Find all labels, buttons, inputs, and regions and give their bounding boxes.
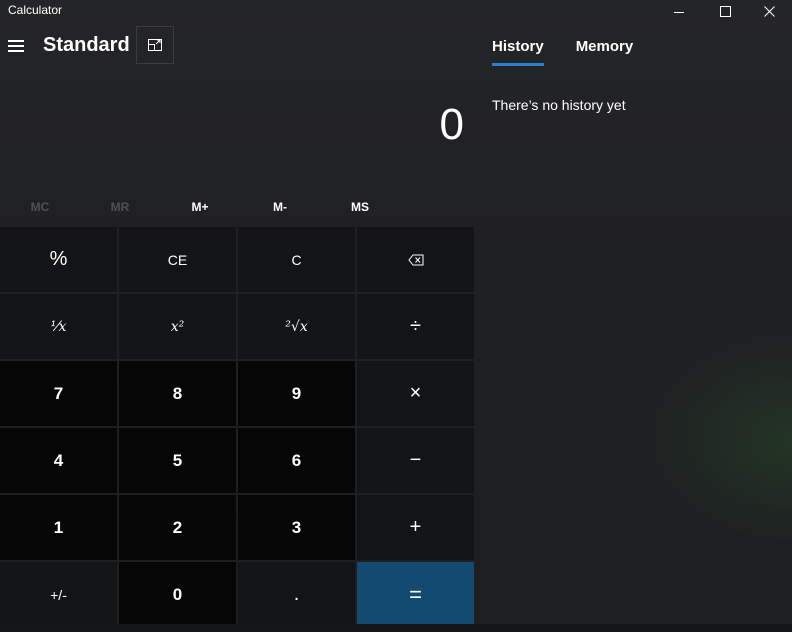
memory-store-button[interactable]: MS <box>320 192 400 222</box>
maximize-button[interactable] <box>702 0 748 22</box>
title-bar: Calculator <box>0 0 792 22</box>
reciprocal-button[interactable]: ⅟x <box>0 294 117 359</box>
digit-3-button[interactable]: 3 <box>238 495 355 560</box>
navigation-menu-button[interactable] <box>3 32 29 60</box>
memory-clear-button[interactable]: MC <box>0 192 80 222</box>
digit-9-button[interactable]: 9 <box>238 361 355 426</box>
backspace-button[interactable] <box>357 227 474 292</box>
hamburger-icon <box>8 40 24 42</box>
memory-row: MC MR M+ M- MS <box>0 192 472 222</box>
memory-add-button[interactable]: M+ <box>160 192 240 222</box>
memory-recall-button[interactable]: MR <box>80 192 160 222</box>
plus-button[interactable]: + <box>357 495 474 560</box>
digit-5-button[interactable]: 5 <box>119 428 236 493</box>
digit-6-button[interactable]: 6 <box>238 428 355 493</box>
mode-title: Standard <box>43 34 130 56</box>
minimize-icon <box>674 11 684 13</box>
percent-button[interactable]: % <box>0 227 117 292</box>
history-empty-message: There’s no history yet <box>492 97 626 113</box>
keep-on-top-button[interactable] <box>136 26 174 64</box>
tab-memory[interactable]: Memory <box>576 38 634 66</box>
close-button[interactable] <box>746 0 792 22</box>
memory-subtract-button[interactable]: M- <box>240 192 320 222</box>
bottom-strip <box>0 624 792 632</box>
digit-0-button[interactable]: 0 <box>119 562 236 627</box>
close-icon <box>763 5 775 17</box>
digit-2-button[interactable]: 2 <box>119 495 236 560</box>
minus-button[interactable]: − <box>357 428 474 493</box>
divide-button[interactable]: ÷ <box>357 294 474 359</box>
negate-button[interactable]: +/- <box>0 562 117 627</box>
window-title: Calculator <box>8 3 63 17</box>
maximize-icon <box>719 5 731 17</box>
decimal-button[interactable]: . <box>238 562 355 627</box>
backspace-icon <box>407 254 423 265</box>
square-root-button[interactable]: ²√x <box>238 294 355 359</box>
result-display: 0 <box>439 100 464 149</box>
equals-button[interactable]: = <box>357 562 474 627</box>
digit-8-button[interactable]: 8 <box>119 361 236 426</box>
tab-history[interactable]: History <box>492 38 544 66</box>
minimize-button[interactable] <box>656 0 702 22</box>
multiply-button[interactable]: × <box>357 361 474 426</box>
clear-button[interactable]: C <box>238 227 355 292</box>
keep-on-top-icon <box>148 39 162 51</box>
square-button[interactable]: x² <box>119 294 236 359</box>
clear-entry-button[interactable]: CE <box>119 227 236 292</box>
side-panel-tabs: History Memory <box>492 38 633 66</box>
keypad: % CE C ⅟x x² ²√x ÷ 7 8 9 × 4 5 6 − 1 2 3… <box>0 227 474 627</box>
digit-7-button[interactable]: 7 <box>0 361 117 426</box>
digit-1-button[interactable]: 1 <box>0 495 117 560</box>
digit-4-button[interactable]: 4 <box>0 428 117 493</box>
